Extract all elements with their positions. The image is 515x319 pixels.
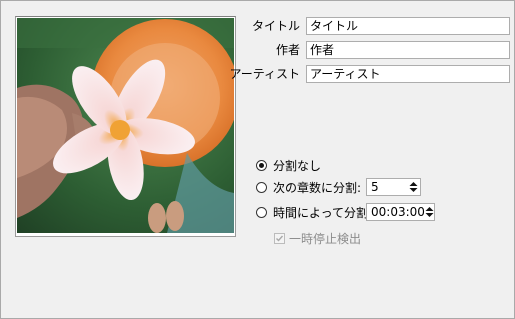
cover-art-image [17,18,234,233]
pause-detect-checkbox[interactable] [274,232,285,244]
author-label: 作者 [275,43,300,57]
author-field[interactable] [306,41,510,59]
no-split-label: 分割なし [273,158,322,173]
split-by-chapters-label: 次の章数に分割: [273,180,362,195]
artist-label: アーティスト [229,67,300,81]
title-field[interactable] [306,17,510,35]
split-settings-panel: タイトル 作者 アーティスト 分割なし 次の章数に分割: 5 時間によって分割:… [0,0,515,319]
cover-art-frame[interactable] [15,16,236,237]
spin-arrows-icon [409,182,418,192]
chapter-count-spin-buttons[interactable] [407,179,420,195]
pause-detect-option[interactable]: 一時停止検出 [274,229,361,247]
checkmark-icon [276,235,284,242]
split-by-chapters-radio[interactable] [256,181,267,193]
split-time-stepper[interactable]: 00:03:00 [366,203,435,221]
no-split-radio[interactable] [256,159,267,171]
pause-detect-label: 一時停止検出 [289,231,362,246]
chapter-count-stepper[interactable]: 5 [366,178,421,196]
split-by-time-option[interactable]: 時間によって分割: [256,203,372,221]
split-time-spin-buttons[interactable] [425,204,434,220]
split-by-time-radio[interactable] [256,206,267,218]
spin-arrows-icon [425,207,434,217]
split-by-time-label: 時間によって分割: [273,205,373,220]
title-label: タイトル [251,19,300,33]
split-time-value: 00:03:00 [371,205,425,219]
artist-field[interactable] [306,65,510,83]
no-split-option[interactable]: 分割なし [256,156,321,174]
chapter-count-value: 5 [371,180,379,194]
split-by-chapters-option[interactable]: 次の章数に分割: [256,178,361,196]
